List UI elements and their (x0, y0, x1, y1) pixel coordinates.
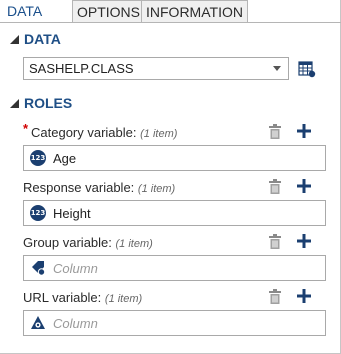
role-count: (1 item) (115, 238, 153, 250)
category-variable-field[interactable]: 123 Age (23, 145, 326, 171)
role-label-text: Response variable: (23, 180, 135, 195)
add-icon[interactable] (297, 124, 311, 138)
trash-icon[interactable] (268, 124, 282, 139)
role-label-text: Category variable: (31, 125, 137, 140)
numeric-column-icon: 123 (30, 150, 46, 166)
url-column-icon (31, 316, 45, 329)
data-section-header[interactable]: DATA (10, 30, 61, 48)
trash-icon[interactable] (268, 289, 282, 304)
chevron-down-icon (273, 66, 281, 71)
response-variable-value: Height (53, 205, 91, 221)
role-count: (1 item) (104, 293, 143, 305)
url-variable-field[interactable]: Column (23, 310, 326, 336)
response-variable-field[interactable]: 123 Height (23, 200, 326, 226)
required-marker: * (23, 121, 29, 136)
category-variable-value: Age (53, 150, 77, 166)
collapse-caret-icon (10, 98, 19, 108)
numeric-column-icon: 123 (30, 205, 46, 221)
group-variable-placeholder: Column (53, 260, 98, 276)
url-variable-placeholder: Column (53, 315, 98, 331)
role-label-text: Group variable: (23, 235, 112, 250)
tab-bar: DATA OPTIONS INFORMATION (0, 0, 341, 23)
response-variable-label: Response variable: (1 item) (23, 180, 175, 195)
group-variable-field[interactable]: Column (23, 255, 326, 281)
roles-section-header[interactable]: ROLES (10, 94, 72, 112)
category-variable-label: Category variable: (1 item) (31, 125, 177, 140)
tab-data[interactable]: DATA (0, 0, 72, 22)
roles-pane: DATA OPTIONS INFORMATION DATA SASHELP.CL… (0, 0, 341, 354)
tab-information[interactable]: INFORMATION (141, 0, 248, 22)
trash-icon[interactable] (268, 179, 282, 194)
group-variable-label: Group variable: (1 item) (23, 235, 153, 250)
add-icon[interactable] (297, 289, 311, 303)
data-section-title: DATA (24, 31, 61, 47)
role-count: (1 item) (137, 183, 176, 195)
roles-section-title: ROLES (24, 95, 73, 111)
trash-icon[interactable] (268, 234, 282, 249)
collapse-caret-icon (10, 34, 19, 44)
table-settings-icon[interactable] (298, 60, 316, 78)
dataset-value: SASHELP.CLASS (29, 61, 134, 76)
category-column-icon (32, 261, 46, 276)
add-icon[interactable] (297, 234, 311, 248)
url-variable-label: URL variable: (1 item) (23, 290, 142, 305)
add-icon[interactable] (297, 179, 311, 193)
role-label-text: URL variable: (23, 290, 102, 305)
role-count: (1 item) (140, 128, 178, 140)
dataset-select[interactable]: SASHELP.CLASS (23, 57, 289, 80)
tab-options[interactable]: OPTIONS (72, 0, 142, 22)
